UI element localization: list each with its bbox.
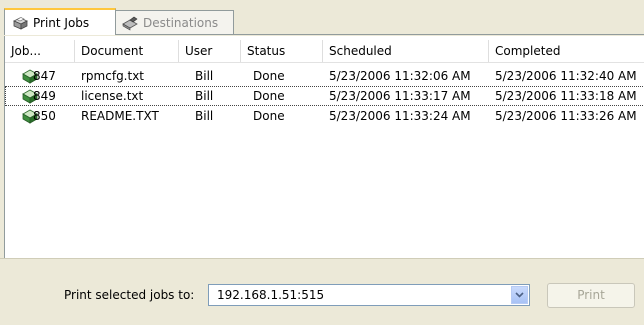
scheduled-time: 5/23/2006 11:33:24 AM (329, 106, 471, 126)
chevron-down-icon (515, 292, 524, 298)
print-selected-label: Print selected jobs to: (64, 287, 194, 303)
column-header-user[interactable]: User (179, 40, 241, 62)
column-header-job[interactable]: Job... (5, 40, 75, 62)
job-status: Done (253, 86, 285, 106)
job-number: 850 (33, 106, 56, 126)
document-name: rpmcfg.txt (81, 66, 144, 86)
document-name: license.txt (81, 86, 143, 106)
print-destination-bar: Print selected jobs to: 192.168.1.51:515… (0, 258, 644, 325)
printer-icon (11, 15, 29, 31)
dropdown-button[interactable] (511, 286, 528, 304)
table-row[interactable]: 847 rpmcfg.txt Bill Done 5/23/2006 11:32… (5, 66, 644, 86)
destination-value: 192.168.1.51:515 (217, 287, 324, 303)
job-number: 847 (33, 66, 56, 86)
column-header-completed[interactable]: Completed (489, 40, 644, 62)
job-status: Done (253, 106, 285, 126)
tab-print-jobs[interactable]: Print Jobs (4, 8, 116, 35)
column-header-scheduled[interactable]: Scheduled (323, 40, 489, 62)
print-jobs-list[interactable]: Job... Document User Status Scheduled Co… (4, 36, 644, 258)
destination-printer-icon (121, 15, 139, 31)
completed-time: 5/23/2006 11:33:26 AM (495, 106, 637, 126)
column-header-document[interactable]: Document (75, 40, 179, 62)
tab-label: Print Jobs (33, 16, 89, 30)
print-button[interactable]: Print (547, 283, 635, 308)
destination-combobox[interactable]: 192.168.1.51:515 (208, 284, 530, 306)
user-name: Bill (195, 106, 213, 126)
scheduled-time: 5/23/2006 11:33:17 AM (329, 86, 471, 106)
job-number: 849 (33, 86, 56, 106)
table-row[interactable]: 850 README.TXT Bill Done 5/23/2006 11:33… (5, 106, 644, 126)
completed-time: 5/23/2006 11:32:40 AM (495, 66, 637, 86)
user-name: Bill (195, 66, 213, 86)
job-status: Done (253, 66, 285, 86)
list-header: Job... Document User Status Scheduled Co… (5, 40, 644, 63)
scheduled-time: 5/23/2006 11:32:06 AM (329, 66, 471, 86)
tab-strip: Print Jobs Destinations (0, 0, 644, 36)
tab-destinations[interactable]: Destinations (114, 10, 234, 34)
completed-time: 5/23/2006 11:33:18 AM (495, 86, 637, 106)
column-header-status[interactable]: Status (241, 40, 323, 62)
document-name: README.TXT (81, 106, 159, 126)
table-row[interactable]: 849 license.txt Bill Done 5/23/2006 11:3… (5, 86, 644, 106)
tab-label: Destinations (143, 16, 218, 30)
user-name: Bill (195, 86, 213, 106)
